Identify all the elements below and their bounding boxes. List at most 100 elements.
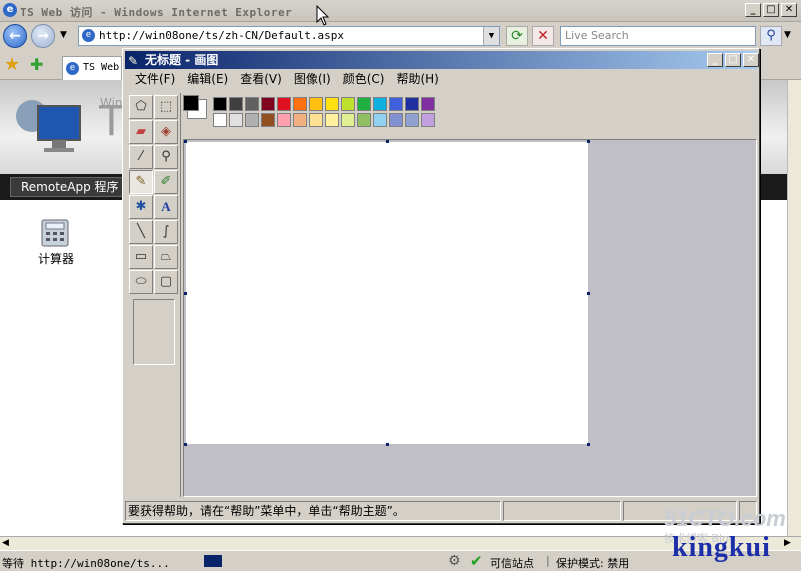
palette-color-swatch[interactable] — [405, 97, 419, 111]
resize-handle — [587, 140, 590, 143]
drawing-canvas[interactable] — [186, 142, 588, 444]
fill-bucket-icon[interactable]: ◈ — [154, 120, 178, 144]
stop-icon[interactable]: ✕ — [532, 26, 554, 46]
favorites-star-icon[interactable]: ★ — [4, 54, 20, 75]
search-dropdown-icon[interactable]: ▼ — [784, 30, 791, 40]
palette-color-swatch[interactable] — [213, 113, 227, 127]
palette-color-swatch[interactable] — [245, 113, 259, 127]
palette-color-swatch[interactable] — [373, 113, 387, 127]
palette-color-swatch[interactable] — [421, 97, 435, 111]
address-text: http://win08one/ts/zh-CN/Default.aspx — [99, 29, 345, 42]
paint-menu-bar: 文件(F) 编辑(E) 查看(V) 图像(I) 颜色(C) 帮助(H) — [125, 69, 757, 89]
paint-minimize-button[interactable]: _ — [707, 53, 723, 67]
paint-title-bar: ✎ 无标题 - 画图 _ □ ✕ — [125, 51, 759, 69]
rounded-rect-tool-icon[interactable]: ▢ — [154, 270, 178, 294]
palette-color-swatch[interactable] — [293, 97, 307, 111]
palette-color-swatch[interactable] — [213, 97, 227, 111]
menu-help[interactable]: 帮助(H) — [390, 69, 444, 89]
add-favorite-icon[interactable]: ✚ — [30, 55, 43, 74]
ts-logo-icon — [16, 100, 81, 152]
palette-color-swatch[interactable] — [229, 113, 243, 127]
menu-file[interactable]: 文件(F) — [129, 69, 181, 89]
menu-colors[interactable]: 颜色(C) — [337, 69, 391, 89]
watermark-site: 51CTO.com — [664, 506, 786, 531]
menu-edit[interactable]: 编辑(E) — [181, 69, 234, 89]
palette-color-swatch[interactable] — [245, 97, 259, 111]
palette-color-swatch[interactable] — [261, 97, 275, 111]
paint-app-icon: ✎ — [128, 54, 139, 68]
scroll-left-icon[interactable]: ◀ — [2, 538, 9, 548]
free-select-icon[interactable]: ⬠ — [129, 95, 153, 119]
paint-close-button[interactable]: ✕ — [743, 53, 759, 67]
nav-item-remoteapp[interactable]: RemoteApp 程序 — [10, 177, 130, 197]
status-help-text: 要获得帮助，请在“帮助”菜单中，单击“帮助主题”。 — [125, 501, 501, 521]
palette-color-swatch[interactable] — [325, 113, 339, 127]
magnifier-icon[interactable]: ⚲ — [154, 145, 178, 169]
paint-window-title: 无标题 - 画图 — [145, 53, 219, 67]
palette-color-swatch[interactable] — [293, 113, 307, 127]
palette-color-swatch[interactable] — [277, 113, 291, 127]
palette-color-swatch[interactable] — [341, 113, 355, 127]
ie-tab[interactable]: e TS Web — [62, 56, 122, 80]
airbrush-icon[interactable]: ✱ — [129, 195, 153, 219]
trusted-zone-icon: ✔ — [470, 552, 483, 570]
rect-select-icon[interactable]: ⬚ — [154, 95, 178, 119]
palette-color-swatch[interactable] — [389, 113, 403, 127]
tool-options-panel[interactable] — [133, 299, 175, 365]
palette-color-swatch[interactable] — [277, 97, 291, 111]
scroll-right-icon[interactable]: ▶ — [784, 538, 791, 548]
palette-color-swatch[interactable] — [309, 113, 323, 127]
palette-color-swatch[interactable] — [373, 97, 387, 111]
pencil-icon[interactable]: ✎ — [129, 170, 153, 194]
tab-label: TS Web — [83, 62, 120, 73]
curve-tool-icon[interactable]: ∫ — [154, 220, 178, 244]
resize-handle[interactable] — [386, 443, 389, 446]
palette-color-swatch[interactable] — [357, 113, 371, 127]
palette-color-swatch[interactable] — [261, 113, 275, 127]
palette-color-swatch[interactable] — [389, 97, 403, 111]
paint-toolbox: ⬠ ⬚ ▰ ◈ ⁄ ⚲ ✎ ✐ ✱ A ╲ ∫ ▭ ⏢ ⬭ ▢ — [127, 93, 181, 497]
menu-image[interactable]: 图像(I) — [288, 69, 337, 89]
address-dropdown-icon[interactable]: ▼ — [483, 27, 499, 45]
zone-text: 可信站点 — [490, 557, 534, 570]
palette-color-swatch[interactable] — [309, 97, 323, 111]
search-icon[interactable]: ⚲ — [760, 26, 782, 46]
line-tool-icon[interactable]: ╲ — [129, 220, 153, 244]
brush-icon[interactable]: ✐ — [154, 170, 178, 194]
palette-color-swatch[interactable] — [357, 97, 371, 111]
menu-view[interactable]: 查看(V) — [234, 69, 288, 89]
mouse-cursor-icon — [316, 5, 330, 26]
progress-bar — [204, 555, 222, 567]
canvas-area — [183, 139, 757, 497]
back-button[interactable]: ← — [3, 24, 27, 48]
ie-maximize-button[interactable]: □ — [763, 3, 779, 17]
ie-minimize-button[interactable]: _ — [745, 3, 761, 17]
palette-color-swatch[interactable] — [421, 113, 435, 127]
program-label-calculator[interactable]: 计算器 — [38, 250, 74, 267]
resize-handle — [184, 443, 187, 446]
palette-color-swatch[interactable] — [341, 97, 355, 111]
palette-color-swatch[interactable] — [405, 113, 419, 127]
ts-logo-text: T — [98, 96, 125, 145]
color-picker-icon[interactable]: ⁄ — [129, 145, 153, 169]
palette-color-swatch[interactable] — [325, 97, 339, 111]
resize-handle[interactable] — [587, 443, 590, 446]
paint-maximize-button[interactable]: □ — [725, 53, 741, 67]
history-dropdown-icon[interactable]: ▼ — [60, 30, 67, 40]
refresh-icon[interactable]: ⟳ — [506, 26, 528, 46]
text-tool-icon[interactable]: A — [154, 195, 178, 219]
ellipse-tool-icon[interactable]: ⬭ — [129, 270, 153, 294]
fg-color-swatch[interactable] — [183, 95, 199, 111]
ie-window-title: TS Web 访问 - Windows Internet Explorer — [20, 6, 293, 19]
ie-vertical-scrollbar[interactable] — [787, 80, 801, 536]
resize-handle[interactable] — [587, 292, 590, 295]
polygon-tool-icon[interactable]: ⏢ — [154, 245, 178, 269]
calculator-icon[interactable] — [40, 216, 72, 248]
search-input[interactable]: Live Search — [560, 26, 756, 46]
palette-color-swatch[interactable] — [229, 97, 243, 111]
ie-close-button[interactable]: ✕ — [781, 3, 797, 17]
eraser-icon[interactable]: ▰ — [129, 120, 153, 144]
forward-button[interactable]: → — [31, 24, 55, 48]
address-input[interactable]: e http://win08one/ts/zh-CN/Default.aspx … — [78, 26, 500, 46]
rectangle-tool-icon[interactable]: ▭ — [129, 245, 153, 269]
